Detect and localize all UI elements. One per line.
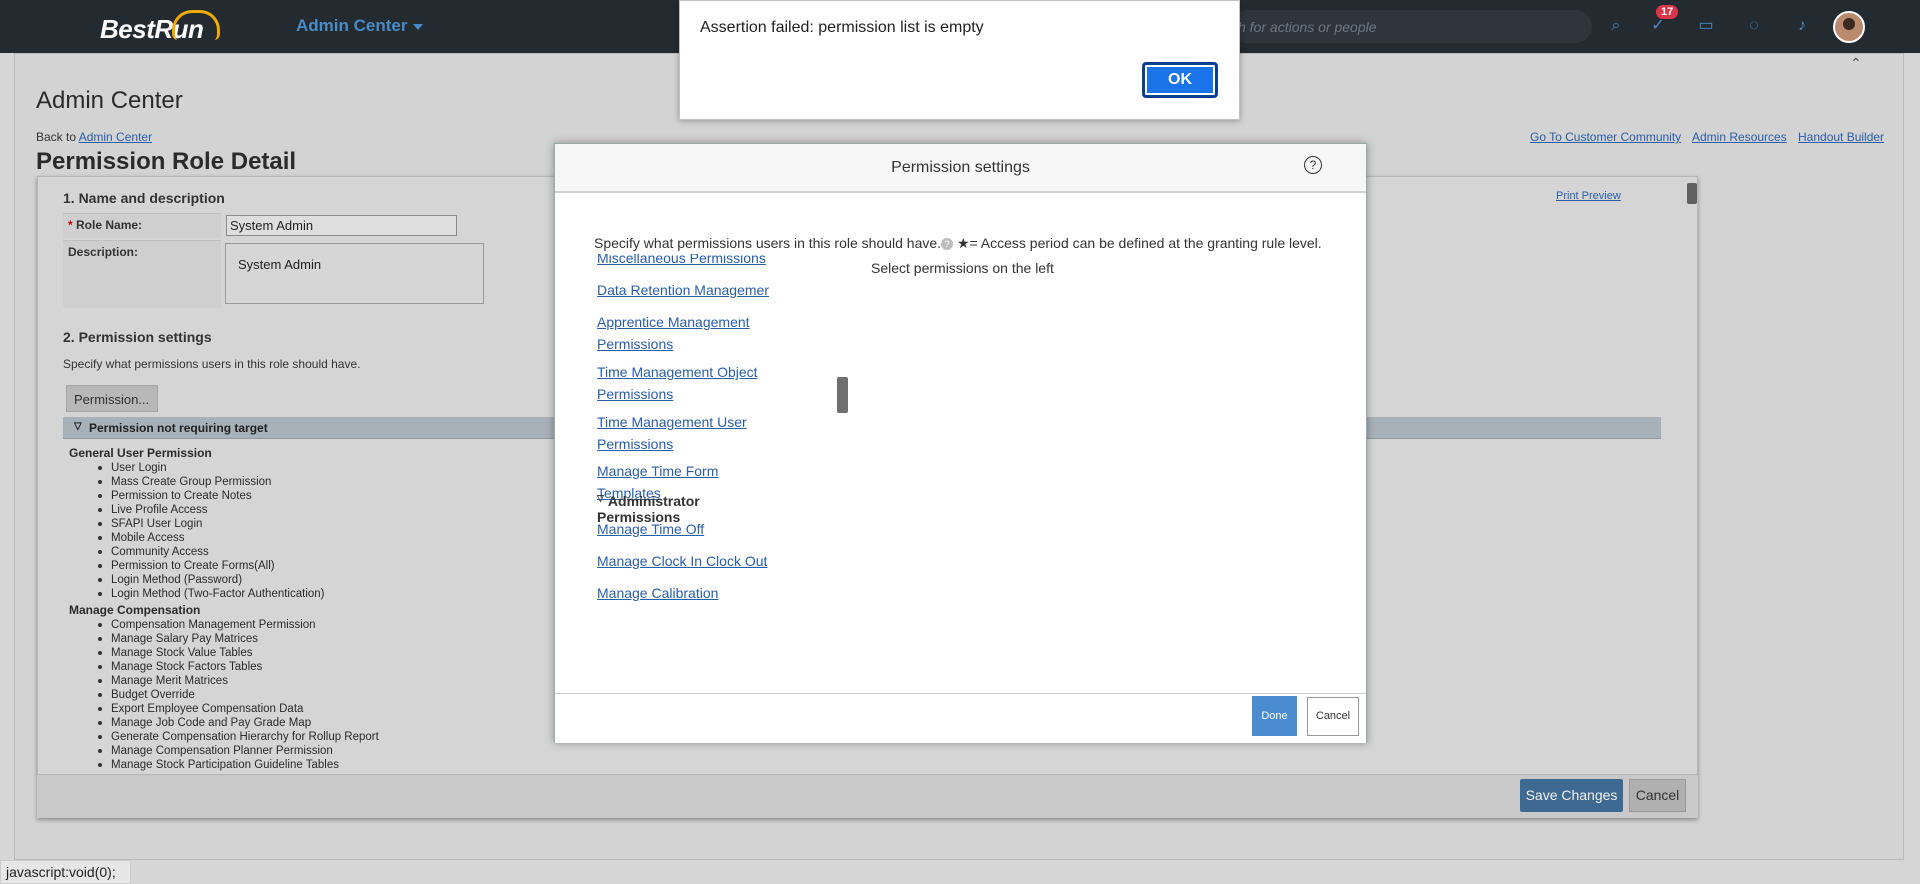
notification-badge: 17 <box>1656 5 1679 19</box>
list-item: Manage Job Code and Pay Grade Map <box>98 716 379 730</box>
permission-button[interactable]: Permission... <box>66 385 158 412</box>
category-title: Manage Compensation <box>69 603 201 617</box>
list-item: Community Access <box>98 545 325 559</box>
chevron-down-icon <box>413 23 424 30</box>
link-apprentice-mgmt[interactable]: Apprentice Management Permissions <box>597 311 769 355</box>
role-name-label: * Role Name: <box>63 213 221 238</box>
search-icon[interactable]: ⌕ <box>1606 16 1626 36</box>
link-time-mgmt-user[interactable]: Time Management User Permissions <box>597 411 769 455</box>
list-item: Budget Override <box>98 688 379 702</box>
link-data-retention[interactable]: Data Retention Management <box>597 279 769 301</box>
link-manage-calibration[interactable]: Manage Calibration <box>597 582 769 604</box>
chevron-down-icon: ▽ <box>597 493 604 503</box>
link-time-mgmt-object[interactable]: Time Management Object Permissions <box>597 361 769 405</box>
description-field[interactable]: System Admin <box>225 243 484 304</box>
list-item: Permission to Create Forms(All) <box>98 559 325 573</box>
back-prefix: Back to <box>36 130 79 144</box>
permission-list: Compensation Management Permission Manag… <box>98 618 379 772</box>
role-name-field[interactable]: System Admin <box>226 215 457 236</box>
dialog-cancel-button[interactable]: Cancel <box>1307 697 1359 736</box>
question-icon[interactable]: ? <box>941 238 954 251</box>
access-period-note: ★= Access period can be defined at the g… <box>953 235 1322 251</box>
list-item: Manage Stock Factors Tables <box>98 660 379 674</box>
save-changes-button[interactable]: Save Changes <box>1520 779 1623 812</box>
dialog-intro-text: Specify what permissions users in this r… <box>594 235 942 251</box>
list-item: Generate Compensation Hierarchy for Roll… <box>98 731 379 743</box>
permission-list: User Login Mass Create Group Permission … <box>98 461 325 601</box>
list-item: Manage Compensation Planner Permission <box>98 744 379 758</box>
category-list-scrollbar[interactable] <box>837 377 848 413</box>
link-misc-permissions[interactable]: Miscellaneous Permissions <box>597 254 769 269</box>
todo-icon[interactable]: ✓ <box>1648 16 1668 36</box>
permission-category-list: Miscellaneous Permissions Data Retention… <box>589 254 769 664</box>
alert-message: Assertion failed: permission list is emp… <box>700 19 984 36</box>
customer-community-link[interactable]: Go To Customer Community <box>1530 130 1681 144</box>
list-item: Manage Stock Participation Guideline Tab… <box>98 758 379 772</box>
module-menu-label: Admin Center <box>296 16 408 35</box>
description-label: Description: <box>63 240 221 308</box>
dialog-intro: Specify what permissions users in this r… <box>594 235 1322 252</box>
browser-alert: Assertion failed: permission list is emp… <box>679 0 1240 120</box>
action-footer <box>37 774 1698 818</box>
list-item: User Login <box>98 461 325 475</box>
chevron-up-icon[interactable]: ⌃ <box>1850 55 1862 72</box>
list-item: Live Profile Access <box>98 503 325 517</box>
logo-cloud-icon <box>172 10 220 40</box>
role-name-label-text: Role Name: <box>76 218 143 232</box>
done-button[interactable]: Done <box>1252 696 1297 736</box>
breadcrumb: Back to Admin Center <box>36 130 152 144</box>
print-preview-link[interactable]: Print Preview <box>1556 190 1621 202</box>
list-item: Permission to Create Notes <box>98 489 325 503</box>
back-link[interactable]: Admin Center <box>79 130 152 144</box>
list-item: Login Method (Password) <box>98 573 325 587</box>
list-item: Login Method (Two-Factor Authentication) <box>98 588 325 600</box>
link-clock-in-out[interactable]: Manage Clock In Clock Out <box>597 550 769 572</box>
list-item: Export Employee Compensation Data <box>98 702 379 716</box>
ok-button[interactable]: OK <box>1142 62 1218 98</box>
page-scrollbar[interactable] <box>1687 183 1697 204</box>
list-item: Manage Salary Pay Matrices <box>98 632 379 646</box>
search-input[interactable]: h for actions or people <box>1230 10 1592 43</box>
link-manage-time-off[interactable]: Manage Time Off <box>597 518 769 540</box>
help-icon[interactable]: ? <box>1304 156 1322 174</box>
bell-icon[interactable]: ♪ <box>1792 16 1812 36</box>
dialog-title: Permission settings <box>891 159 1030 176</box>
list-item: Compensation Management Permission <box>98 618 379 632</box>
page-title: Admin Center <box>36 87 183 114</box>
list-item: Mass Create Group Permission <box>98 475 325 489</box>
dialog-footer: Done Cancel <box>555 693 1366 743</box>
list-item: Mobile Access <box>98 531 325 545</box>
section-permission-settings: 2. Permission settings <box>63 329 212 345</box>
role-detail-title: Permission Role Detail <box>36 148 297 175</box>
permission-settings-dialog: Permission settings ? Specify what permi… <box>554 143 1367 743</box>
support-icon[interactable]: ◌ <box>1744 16 1764 36</box>
status-bar: javascript:void(0); <box>0 860 131 884</box>
required-marker: * <box>68 218 73 232</box>
module-menu[interactable]: Admin Center <box>296 16 424 36</box>
dialog-header: Permission settings ? <box>555 144 1366 193</box>
section-subtitle: Specify what permissions users in this r… <box>63 357 361 371</box>
section-name-description: 1. Name and description <box>63 190 225 206</box>
list-item: Manage Merit Matrices <box>98 674 379 688</box>
category-title: General User Permission <box>69 446 212 460</box>
handout-builder-link[interactable]: Handout Builder <box>1798 130 1884 144</box>
cancel-button[interactable]: Cancel <box>1629 779 1686 812</box>
chat-icon[interactable]: ▭ <box>1696 16 1716 36</box>
admin-resources-link[interactable]: Admin Resources <box>1692 130 1787 144</box>
list-item: Manage Stock Value Tables <box>98 646 379 660</box>
list-item: SFAPI User Login <box>98 517 325 531</box>
avatar[interactable] <box>1833 11 1865 43</box>
select-permissions-hint: Select permissions on the left <box>871 260 1054 276</box>
